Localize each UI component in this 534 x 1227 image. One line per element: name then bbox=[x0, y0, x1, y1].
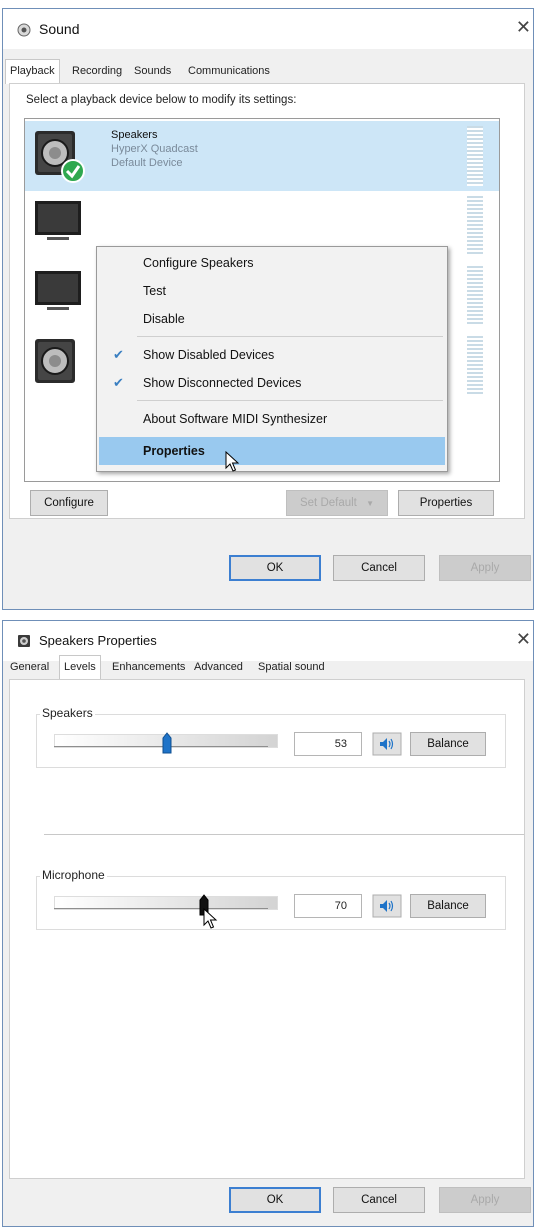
check-icon: ✔ bbox=[113, 347, 124, 362]
tab-strip: Playback Recording Sounds Communications bbox=[3, 59, 533, 84]
speaker-app-icon bbox=[18, 635, 30, 647]
level-meter bbox=[467, 126, 483, 186]
speakers-level-label: Speakers bbox=[40, 706, 95, 720]
monitor-icon bbox=[35, 271, 81, 310]
device-description: HyperX Quadcast bbox=[111, 143, 198, 155]
speakers-level-value[interactable]: 53 bbox=[294, 732, 362, 756]
apply-button[interactable]: Apply bbox=[439, 1187, 531, 1213]
menu-item-label: Configure Speakers bbox=[143, 256, 254, 270]
level-meter bbox=[467, 336, 483, 396]
mouse-cursor-icon bbox=[225, 451, 240, 472]
menu-item-about-midi[interactable]: About Software MIDI Synthesizer bbox=[99, 405, 445, 433]
speaker-icon bbox=[35, 339, 75, 383]
menu-separator bbox=[137, 400, 443, 401]
window-title: Sound bbox=[39, 21, 80, 37]
configure-button[interactable]: Configure bbox=[30, 490, 108, 516]
menu-item-show-disconnected-devices[interactable]: ✔ Show Disconnected Devices bbox=[99, 369, 445, 397]
tab-recording[interactable]: Recording bbox=[67, 59, 127, 83]
sound-app-icon bbox=[17, 23, 31, 37]
tab-general[interactable]: General bbox=[5, 655, 54, 679]
playback-panel: Select a playback device below to modify… bbox=[9, 83, 525, 519]
sound-dialog: Sound ✕ Playback Recording Sounds Commun… bbox=[2, 8, 534, 610]
microphone-level-value[interactable]: 70 bbox=[294, 894, 362, 918]
tab-sounds[interactable]: Sounds bbox=[129, 59, 176, 83]
device-status: Default Device bbox=[111, 157, 183, 169]
speakers-slider-thumb[interactable] bbox=[162, 732, 172, 754]
close-button[interactable]: ✕ bbox=[516, 18, 531, 36]
tab-strip: General Levels Enhancements Advanced Spa… bbox=[3, 655, 533, 680]
ok-button[interactable]: OK bbox=[229, 1187, 321, 1213]
menu-item-properties[interactable]: Properties bbox=[99, 437, 445, 465]
title-bar: Sound ✕ bbox=[3, 9, 533, 49]
menu-item-show-disabled-devices[interactable]: ✔ Show Disabled Devices bbox=[99, 341, 445, 369]
menu-item-label: Show Disconnected Devices bbox=[143, 376, 302, 390]
context-menu: Configure Speakers Test Disable ✔ Show D… bbox=[96, 246, 448, 472]
level-meter bbox=[467, 266, 483, 326]
speakers-balance-button[interactable]: Balance bbox=[410, 732, 486, 756]
menu-item-label: About Software MIDI Synthesizer bbox=[143, 412, 328, 426]
tab-spatial-sound[interactable]: Spatial sound bbox=[253, 655, 330, 679]
microphone-slider-line bbox=[54, 908, 268, 909]
mouse-cursor-icon bbox=[203, 908, 218, 929]
instruction-text: Select a playback device below to modify… bbox=[26, 94, 297, 106]
menu-item-disable[interactable]: Disable bbox=[99, 305, 445, 333]
speaker-mute-icon[interactable] bbox=[372, 732, 402, 756]
menu-item-label: Disable bbox=[143, 312, 185, 326]
microphone-mute-icon[interactable] bbox=[372, 894, 402, 918]
tab-communications[interactable]: Communications bbox=[183, 59, 275, 83]
ok-button[interactable]: OK bbox=[229, 555, 321, 581]
level-meter bbox=[467, 196, 483, 256]
speakers-slider-line bbox=[54, 746, 268, 747]
menu-item-label: Properties bbox=[143, 444, 205, 458]
speaker-default-icon bbox=[35, 131, 85, 183]
monitor-icon bbox=[35, 201, 81, 240]
check-icon: ✔ bbox=[113, 375, 124, 390]
tab-advanced[interactable]: Advanced bbox=[189, 655, 248, 679]
microphone-balance-button[interactable]: Balance bbox=[410, 894, 486, 918]
speakers-properties-dialog: Speakers Properties ✕ General Levels Enh… bbox=[2, 620, 534, 1227]
menu-item-label: Test bbox=[143, 284, 166, 298]
apply-button[interactable]: Apply bbox=[439, 555, 531, 581]
divider bbox=[44, 834, 524, 835]
set-default-label: Set Default bbox=[299, 497, 357, 509]
set-default-button[interactable]: Set Default ▼ bbox=[286, 490, 388, 516]
cancel-button[interactable]: Cancel bbox=[333, 1187, 425, 1213]
dropdown-arrow-icon: ▼ bbox=[366, 499, 375, 508]
tab-playback[interactable]: Playback bbox=[5, 59, 60, 84]
device-name: Speakers bbox=[111, 129, 158, 141]
tab-enhancements[interactable]: Enhancements bbox=[107, 655, 190, 679]
levels-panel: Speakers 53 Balance Microphone 70 Balanc… bbox=[9, 679, 525, 1179]
cancel-button[interactable]: Cancel bbox=[333, 555, 425, 581]
menu-item-test[interactable]: Test bbox=[99, 277, 445, 305]
microphone-level-label: Microphone bbox=[40, 868, 107, 882]
menu-separator bbox=[137, 336, 443, 337]
menu-item-label: Show Disabled Devices bbox=[143, 348, 275, 362]
tab-levels[interactable]: Levels bbox=[59, 655, 101, 680]
properties-button[interactable]: Properties bbox=[398, 490, 494, 516]
menu-item-configure-speakers[interactable]: Configure Speakers bbox=[99, 249, 445, 277]
close-button[interactable]: ✕ bbox=[516, 630, 531, 648]
window-title: Speakers Properties bbox=[39, 633, 157, 648]
device-row-speakers[interactable]: Speakers HyperX Quadcast Default Device bbox=[25, 121, 499, 191]
